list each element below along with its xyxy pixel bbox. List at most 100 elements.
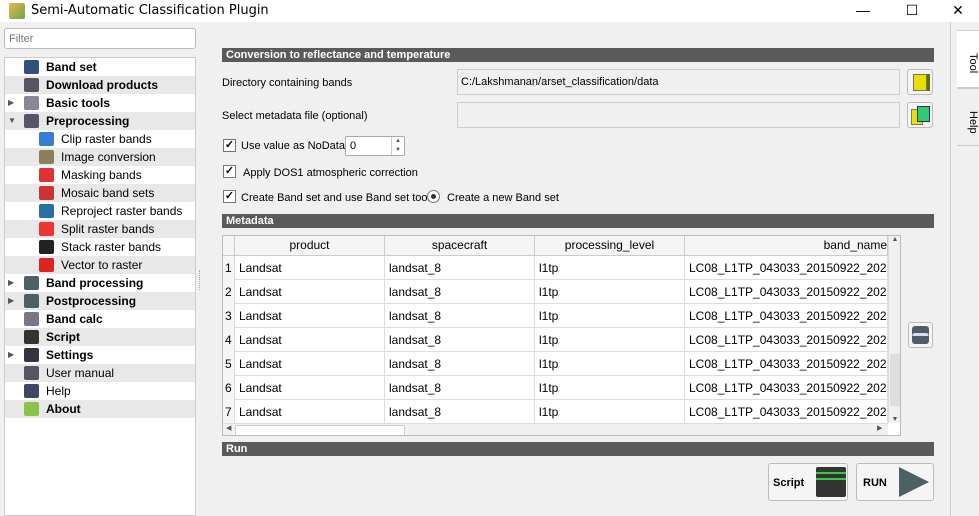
open-file-button[interactable] <box>907 102 933 128</box>
table-cell: l1tp <box>535 304 685 328</box>
chevron-right-icon[interactable]: ▶ <box>8 292 14 310</box>
sidebar-item-basic-tools[interactable]: ▶ Basic tools <box>5 94 195 112</box>
sidebar-item-label: User manual <box>46 366 115 380</box>
sidebar-item-label: Vector to raster <box>61 258 143 272</box>
hscroll-thumb[interactable] <box>235 425 405 435</box>
table-row[interactable]: 5 Landsat landsat_8 l1tp LC08_L1TP_043033_20… <box>223 352 888 376</box>
column-header-product[interactable]: product <box>235 236 385 256</box>
metadata-file-label: Select metadata file (optional) <box>222 110 368 122</box>
band-calc-icon <box>24 312 39 326</box>
sidebar-item-script[interactable]: Script <box>5 328 195 346</box>
script-icon <box>24 330 39 344</box>
row-number[interactable]: 6 <box>223 376 235 400</box>
table-cell: Landsat <box>235 256 385 280</box>
scroll-down-icon[interactable]: ▼ <box>889 416 900 423</box>
table-row[interactable]: 6 Landsat landsat_8 l1tp LC08_L1TP_043033_20… <box>223 376 888 400</box>
tab-help[interactable]: Help <box>957 88 979 146</box>
sidebar-item-label: Masking bands <box>61 168 142 182</box>
nodata-checkbox[interactable]: ✓ <box>223 139 236 152</box>
table-cell: Landsat <box>235 280 385 304</box>
row-number[interactable]: 5 <box>223 352 235 376</box>
sidebar-item-split-raster-bands[interactable]: Split raster bands <box>5 220 195 238</box>
bandset-checkbox[interactable]: ✓ <box>223 190 236 203</box>
sidebar-item-label: Help <box>46 384 71 398</box>
table-cell: LC08_L1TP_043033_20150922_202009 <box>685 328 888 352</box>
chevron-right-icon[interactable]: ▶ <box>8 94 14 112</box>
table-cell: landsat_8 <box>385 280 535 304</box>
sidebar-item-preprocessing[interactable]: ▼ Preprocessing <box>5 112 195 130</box>
table-row[interactable]: 4 Landsat landsat_8 l1tp LC08_L1TP_043033_20… <box>223 328 888 352</box>
vertical-scrollbar[interactable]: ▲ ▼ <box>888 236 900 423</box>
column-header-band_name[interactable]: band_name <box>685 236 888 256</box>
directory-field[interactable]: C:/Lakshmanan/arset_classification/data <box>457 69 900 95</box>
filter-input[interactable] <box>4 28 196 49</box>
table-cell: Landsat <box>235 376 385 400</box>
row-number[interactable]: 7 <box>223 400 235 424</box>
sidebar-item-download-products[interactable]: Download products <box>5 76 195 94</box>
tab-tool[interactable]: Tool <box>957 30 979 88</box>
table-row[interactable]: 3 Landsat landsat_8 l1tp LC08_L1TP_043033_20… <box>223 304 888 328</box>
nodata-spinbox[interactable]: 0 ▲ ▼ <box>345 136 405 156</box>
sidebar-item-masking-bands[interactable]: Masking bands <box>5 166 195 184</box>
sidebar-item-user-manual[interactable]: User manual <box>5 364 195 382</box>
table-cell: l1tp <box>535 400 685 424</box>
script-icon <box>816 467 846 497</box>
section-header: Conversion to reflectance and temperatur… <box>222 48 934 62</box>
sidebar-item-stack-raster-bands[interactable]: Stack raster bands <box>5 238 195 256</box>
table-row[interactable]: 1 Landsat landsat_8 l1tp LC08_L1TP_043033_20… <box>223 256 888 280</box>
table-cell: LC08_L1TP_043033_20150922_202009 <box>685 304 888 328</box>
row-number[interactable]: 2 <box>223 280 235 304</box>
open-directory-button[interactable] <box>907 69 933 95</box>
sidebar-item-band-calc[interactable]: Band calc <box>5 310 195 328</box>
spin-arrows-icon[interactable]: ▲ ▼ <box>391 137 404 155</box>
sidebar-item-reproject-raster-bands[interactable]: Reproject raster bands <box>5 202 195 220</box>
script-button[interactable]: Script <box>768 463 848 501</box>
minimize-button[interactable]: — <box>840 0 886 22</box>
close-button[interactable]: ✕ <box>935 0 979 22</box>
sidebar-item-label: Mosaic band sets <box>61 186 155 200</box>
table-cell: LC08_L1TP_043033_20150922_202009 <box>685 400 888 424</box>
script-button-label: Script <box>773 477 805 489</box>
scroll-left-icon[interactable]: ◀ <box>226 424 231 432</box>
table-cell: l1tp <box>535 280 685 304</box>
scroll-thumb[interactable] <box>890 354 900 406</box>
sidebar-item-label: Split raster bands <box>61 222 155 236</box>
download-icon <box>24 78 39 92</box>
metadata-file-field[interactable] <box>457 102 900 128</box>
sidebar-item-help[interactable]: Help <box>5 382 195 400</box>
sidebar-item-label: Clip raster bands <box>61 132 152 146</box>
scroll-right-icon[interactable]: ▶ <box>877 424 882 432</box>
app-icon <box>9 3 25 19</box>
sidebar-item-vector-to-raster[interactable]: Vector to raster <box>5 256 195 274</box>
sidebar-item-band-set[interactable]: Band set <box>5 58 195 76</box>
sidebar-item-label: Download products <box>46 78 158 92</box>
new-bandset-radio[interactable] <box>427 190 440 203</box>
sidebar-item-clip-raster-bands[interactable]: Clip raster bands <box>5 130 195 148</box>
directory-label: Directory containing bands <box>222 77 353 89</box>
remove-row-button[interactable] <box>908 322 933 348</box>
sidebar-item-settings[interactable]: ▶ Settings <box>5 346 195 364</box>
maximize-button[interactable]: ☐ <box>889 0 935 22</box>
chevron-down-icon[interactable]: ▼ <box>8 112 16 130</box>
run-button[interactable]: RUN <box>856 463 934 501</box>
chevron-right-icon[interactable]: ▶ <box>8 346 14 364</box>
horizontal-scrollbar[interactable]: ◀ ▶ <box>223 423 888 435</box>
row-number[interactable]: 4 <box>223 328 235 352</box>
settings-icon <box>24 348 39 362</box>
splitter-handle[interactable] <box>199 270 201 290</box>
dos1-checkbox[interactable]: ✓ <box>223 165 236 178</box>
sidebar-item-image-conversion[interactable]: Image conversion <box>5 148 195 166</box>
chevron-right-icon[interactable]: ▶ <box>8 274 14 292</box>
sidebar-item-band-processing[interactable]: ▶ Band processing <box>5 274 195 292</box>
sidebar-item-mosaic-band-sets[interactable]: Mosaic band sets <box>5 184 195 202</box>
column-header-spacecraft[interactable]: spacecraft <box>385 236 535 256</box>
table-row[interactable]: 7 Landsat landsat_8 l1tp LC08_L1TP_043033_20… <box>223 400 888 424</box>
column-header-processing_level[interactable]: processing_level <box>535 236 685 256</box>
scroll-up-icon[interactable]: ▲ <box>889 236 900 243</box>
new-bandset-label: Create a new Band set <box>447 192 559 204</box>
table-row[interactable]: 2 Landsat landsat_8 l1tp LC08_L1TP_043033_20… <box>223 280 888 304</box>
row-number[interactable]: 3 <box>223 304 235 328</box>
row-number[interactable]: 1 <box>223 256 235 280</box>
sidebar-item-about[interactable]: About <box>5 400 195 418</box>
sidebar-item-postprocessing[interactable]: ▶ Postprocessing <box>5 292 195 310</box>
